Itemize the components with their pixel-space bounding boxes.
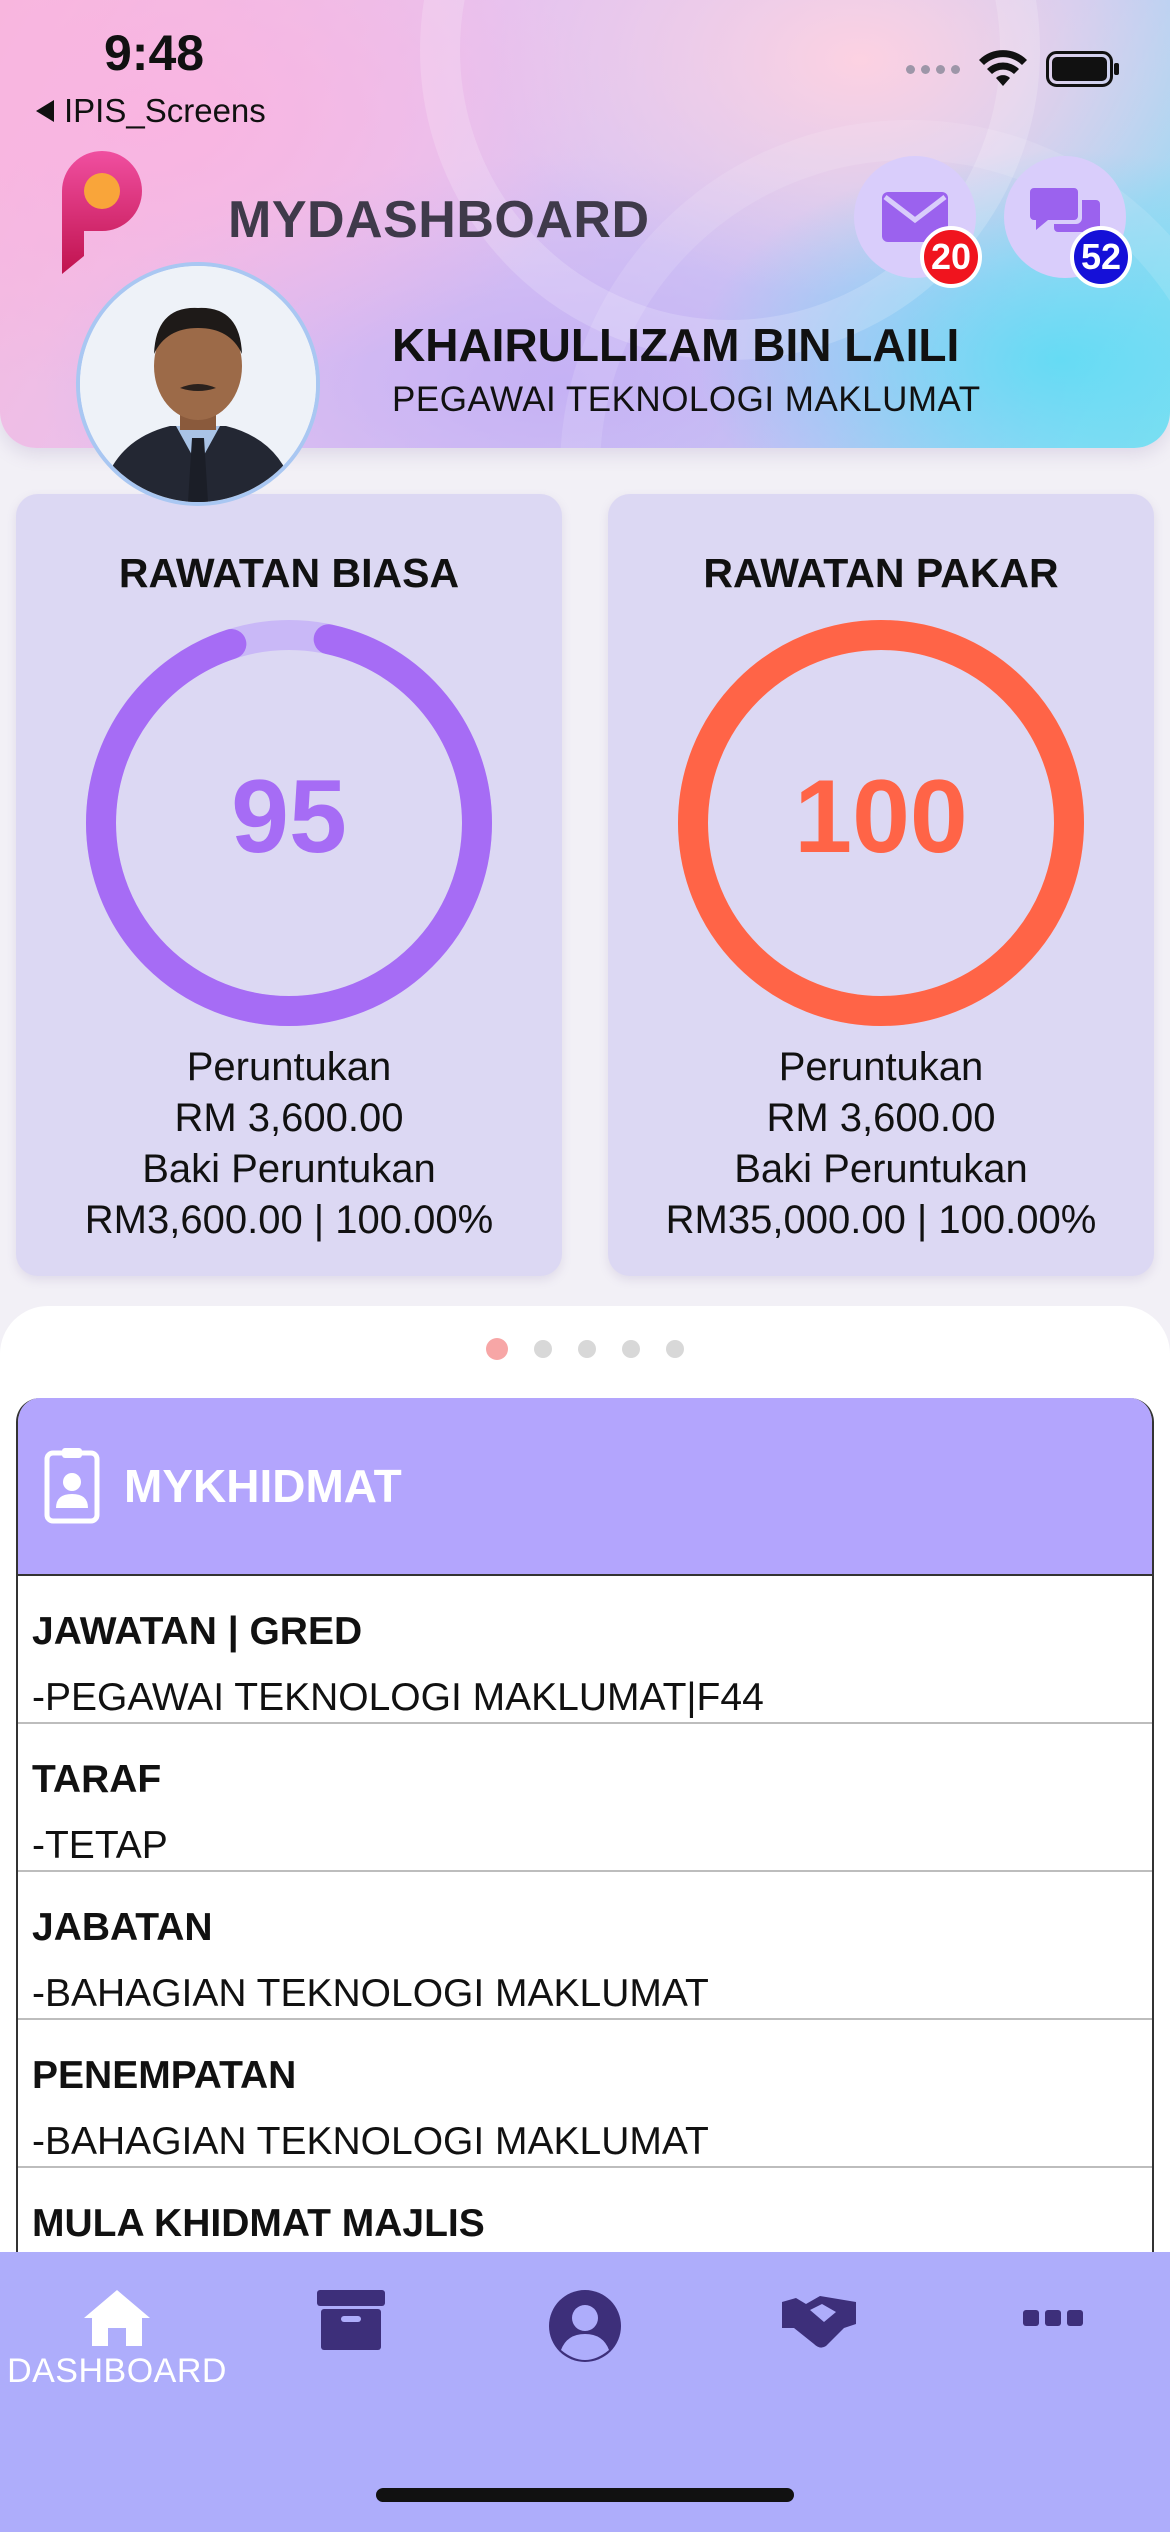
service-info-row: PENEMPATAN -BAHAGIAN TEKNOLOGI MAKLUMAT — [18, 2020, 1152, 2168]
status-time: 9:48 — [104, 25, 205, 81]
service-info-list: JAWATAN | GRED -PEGAWAI TEKNOLOGI MAKLUMA… — [18, 1576, 1152, 2316]
status-icons — [906, 50, 1120, 88]
battery-icon — [1046, 51, 1119, 87]
allocation-value: RM 3,600.00 — [174, 1096, 404, 1140]
balance-label: Baki Peruntukan — [734, 1147, 1028, 1191]
info-label: MULA KHIDMAT MAJLIS — [32, 2202, 485, 2245]
service-info-row: JAWATAN | GRED -PEGAWAI TEKNOLOGI MAKLUMA… — [18, 1576, 1152, 1724]
info-label: JAWATAN | GRED — [32, 1610, 363, 1653]
progress-value: 100 — [794, 759, 968, 875]
back-app-label: IPIS_Screens — [64, 92, 266, 129]
progress-value: 95 — [231, 759, 347, 875]
wifi-icon — [979, 50, 1027, 86]
info-label: JABATAN — [32, 1906, 213, 1949]
page-dot[interactable] — [666, 1340, 684, 1358]
home-icon — [84, 2290, 150, 2346]
tab-label: DASHBOARD — [7, 2352, 227, 2390]
allocation-label: Peruntukan — [778, 1045, 984, 1089]
app-logo-icon — [62, 151, 142, 274]
mail-badge: 20 — [920, 226, 982, 288]
card-title: RAWATAN PAKAR — [703, 550, 1059, 596]
tab-profile[interactable] — [468, 2288, 702, 2364]
tab-dashboard[interactable]: DASHBOARD — [0, 2288, 234, 2391]
user-name: KHAIRULLIZAM BIN LAILI — [392, 319, 960, 371]
service-info-row: JABATAN -BAHAGIAN TEKNOLOGI MAKLUMAT — [18, 1872, 1152, 2020]
mykhidmat-header[interactable]: MYKHIDMAT — [18, 1398, 1152, 1576]
page-indicator[interactable] — [0, 1338, 1170, 1360]
service-info-row: TARAF -TETAP — [18, 1724, 1152, 1872]
section-title: MYKHIDMAT — [124, 1460, 402, 1512]
page-dot[interactable] — [486, 1338, 508, 1360]
chat-button[interactable]: 52 — [1004, 156, 1132, 288]
info-value: -PEGAWAI TEKNOLOGI MAKLUMAT|F44 — [32, 1676, 764, 1719]
info-value: -TETAP — [32, 1824, 168, 1867]
mail-button[interactable]: 20 — [854, 156, 982, 288]
tab-partnership[interactable] — [702, 2288, 936, 2350]
info-value: -BAHAGIAN TEKNOLOGI MAKLUMAT — [32, 1972, 709, 2015]
page-dot[interactable] — [578, 1340, 596, 1358]
user-photo-icon — [80, 266, 316, 502]
more-icon — [1023, 2310, 1083, 2326]
back-to-app-link[interactable]: IPIS_Screens — [36, 92, 266, 130]
user-avatar[interactable] — [76, 262, 320, 506]
allocation-label: Peruntukan — [186, 1045, 392, 1089]
user-role: PEGAWAI TEKNOLOGI MAKLUMAT — [392, 380, 981, 419]
cellular-signal-icon — [906, 64, 960, 74]
page-dot[interactable] — [622, 1340, 640, 1358]
archive-icon — [317, 2290, 385, 2350]
balance-value: RM35,000.00 | 100.00% — [665, 1198, 1097, 1242]
user-circle-icon — [549, 2290, 621, 2362]
balance-value: RM3,600.00 | 100.00% — [84, 1198, 494, 1242]
info-value: -BAHAGIAN TEKNOLOGI MAKLUMAT — [32, 2120, 709, 2163]
tab-archive[interactable] — [234, 2288, 468, 2352]
info-label: PENEMPATAN — [32, 2054, 297, 2097]
allocation-value: RM 3,600.00 — [766, 1096, 996, 1140]
home-indicator[interactable] — [376, 2488, 794, 2502]
rawatan-pakar-card[interactable]: RAWATAN PAKAR 100 Peruntukan RM 3,600.00… — [608, 494, 1154, 1276]
back-arrow-icon — [36, 100, 54, 122]
id-badge-icon — [44, 1448, 100, 1524]
info-label: TARAF — [32, 1758, 162, 1801]
app-title: MYDASHBOARD — [228, 191, 650, 249]
handshake-icon — [782, 2296, 856, 2348]
chat-badge: 52 — [1070, 226, 1132, 288]
card-title: RAWATAN BIASA — [118, 550, 460, 596]
rawatan-biasa-card[interactable]: RAWATAN BIASA 95 Peruntukan RM 3,600.00 … — [16, 494, 562, 1276]
page-dot[interactable] — [534, 1340, 552, 1358]
balance-label: Baki Peruntukan — [142, 1147, 436, 1191]
tab-more[interactable] — [936, 2288, 1170, 2348]
